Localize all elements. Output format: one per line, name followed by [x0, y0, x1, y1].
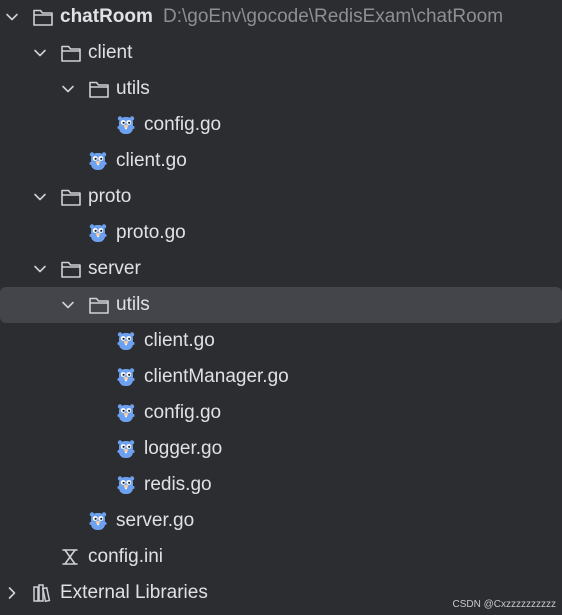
tree-item-label: proto.go [116, 222, 186, 243]
tree-folder-utils[interactable]: utils [0, 71, 562, 107]
chevron-down-icon[interactable] [32, 179, 48, 215]
project-path: D:\goEnv\gocode\RedisExam\chatRoom [163, 6, 504, 27]
tree-file-client-go[interactable]: client.go [0, 143, 562, 179]
tree-file-config-ini[interactable]: config.ini [0, 539, 562, 575]
go-gopher-icon [116, 107, 140, 143]
go-gopher-icon [88, 215, 112, 251]
tree-root-folder-chatroom[interactable]: chatRoom D:\goEnv\gocode\RedisExam\chatRo… [0, 0, 562, 35]
go-gopher-icon [88, 503, 112, 539]
tree-item-label: server.go [116, 510, 195, 531]
go-gopher-icon [116, 323, 140, 359]
tree-item-label: client.go [116, 150, 187, 171]
tree-item-label: config.go [144, 402, 222, 423]
tree-item-label: config.go [144, 114, 222, 135]
tree-file-proto-go[interactable]: proto.go [0, 215, 562, 251]
go-gopher-icon [116, 467, 140, 503]
tree-item-label: config.ini [88, 546, 163, 567]
tree-item-label: proto [88, 186, 132, 207]
tree-folder-proto[interactable]: proto [0, 179, 562, 215]
chevron-down-icon[interactable] [32, 251, 48, 287]
folder-icon [88, 287, 112, 323]
tree-file-client-go[interactable]: client.go [0, 323, 562, 359]
tree-item-label: chatRoom [60, 6, 153, 27]
settings-file-icon [60, 539, 84, 575]
tree-item-label: server [88, 258, 141, 279]
tree-item-label: External Libraries [60, 582, 208, 603]
library-icon [32, 575, 56, 611]
tree-item-label: utils [116, 78, 150, 99]
tree-file-clientmanager-go[interactable]: clientManager.go [0, 359, 562, 395]
tree-file-logger-go[interactable]: logger.go [0, 431, 562, 467]
folder-icon [32, 0, 56, 35]
tree-file-server-go[interactable]: server.go [0, 503, 562, 539]
go-gopher-icon [116, 395, 140, 431]
chevron-right-icon[interactable] [4, 575, 20, 611]
tree-item-label: logger.go [144, 438, 223, 459]
project-tree: chatRoom D:\goEnv\gocode\RedisExam\chatRo… [0, 0, 562, 615]
tree-item-label: client.go [144, 330, 215, 351]
chevron-down-icon[interactable] [4, 0, 20, 35]
tree-folder-utils[interactable]: utils [0, 287, 562, 323]
tree-item-label: utils [116, 294, 150, 315]
tree-item-label: redis.go [144, 474, 212, 495]
watermark: CSDN @Cxzzzzzzzzzz [452, 599, 557, 610]
tree-file-config-go[interactable]: config.go [0, 107, 562, 143]
chevron-down-icon[interactable] [60, 71, 76, 107]
tree-file-config-go[interactable]: config.go [0, 395, 562, 431]
tree-file-redis-go[interactable]: redis.go [0, 467, 562, 503]
tree-folder-client[interactable]: client [0, 35, 562, 71]
folder-icon [60, 251, 84, 287]
folder-icon [88, 71, 112, 107]
go-gopher-icon [116, 359, 140, 395]
chevron-down-icon[interactable] [60, 287, 76, 323]
chevron-down-icon[interactable] [32, 35, 48, 71]
folder-icon [60, 35, 84, 71]
go-gopher-icon [88, 143, 112, 179]
tree-item-label: clientManager.go [144, 366, 289, 387]
tree-folder-server[interactable]: server [0, 251, 562, 287]
tree-item-label: client [88, 42, 133, 63]
folder-icon [60, 179, 84, 215]
go-gopher-icon [116, 431, 140, 467]
